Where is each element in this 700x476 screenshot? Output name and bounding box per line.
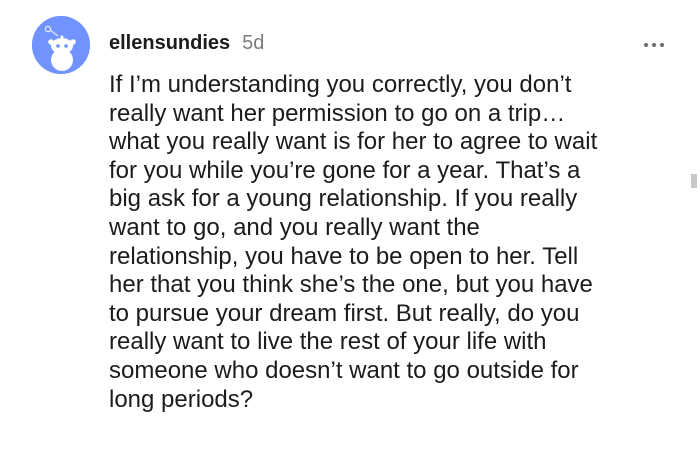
- comment-body: If I’m understanding you correctly, you …: [109, 71, 598, 413]
- more-options-button[interactable]: [638, 36, 670, 54]
- scrollbar-thumb[interactable]: [691, 174, 697, 188]
- username-link[interactable]: ellensundies: [109, 32, 230, 55]
- comment-header: ellensundies 5d: [109, 32, 264, 60]
- more-options-icon: [642, 43, 666, 47]
- comment-age: 5d: [242, 32, 265, 54]
- comment: ellensundies 5d If I’m understanding you…: [0, 0, 700, 476]
- snoo-avatar-icon: [32, 16, 90, 74]
- user-avatar[interactable]: [32, 16, 90, 74]
